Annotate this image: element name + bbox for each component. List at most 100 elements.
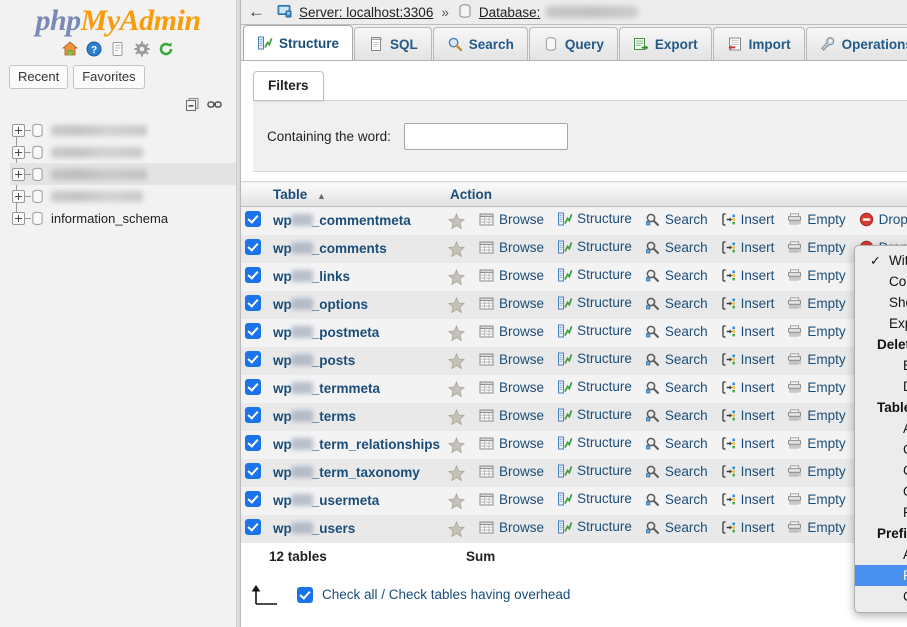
action-browse[interactable]: Browse: [479, 520, 544, 535]
table-name-link[interactable]: wp _postmeta: [273, 325, 379, 340]
database-tree-item[interactable]: [10, 185, 236, 207]
table-name-link[interactable]: wp _options: [273, 297, 368, 312]
action-insert[interactable]: Insert: [721, 212, 774, 227]
favorite-star-icon[interactable]: [448, 437, 466, 454]
action-empty[interactable]: Empty: [787, 324, 846, 339]
action-insert[interactable]: Insert: [721, 408, 774, 423]
database-tree-item[interactable]: [10, 163, 236, 185]
tab-import[interactable]: Import: [712, 27, 805, 60]
menu-item-replace-table-prefix[interactable]: Replace table prefix: [855, 565, 907, 586]
check-all-checkbox[interactable]: [297, 586, 313, 603]
action-structure[interactable]: Structure: [557, 351, 632, 366]
table-name-link[interactable]: wp _term_taxonomy: [273, 465, 420, 480]
action-empty[interactable]: Empty: [787, 352, 846, 367]
action-search[interactable]: Search: [645, 268, 708, 283]
action-search[interactable]: Search: [645, 352, 708, 367]
action-structure[interactable]: Structure: [557, 239, 632, 254]
action-search[interactable]: Search: [645, 380, 708, 395]
favorite-star-icon[interactable]: [448, 297, 466, 314]
row-checkbox[interactable]: [245, 323, 261, 339]
sidebar-tab-favorites[interactable]: Favorites: [73, 65, 145, 89]
breadcrumb-database-link[interactable]: Database:: [479, 5, 541, 20]
table-name-link[interactable]: wp _termmeta: [273, 381, 380, 396]
table-name-link[interactable]: wp _posts: [273, 353, 355, 368]
action-insert[interactable]: Insert: [721, 268, 774, 283]
tab-export[interactable]: Export: [618, 27, 712, 60]
action-drop[interactable]: Drop: [859, 212, 907, 227]
menu-item-repair-table[interactable]: Repair table: [855, 502, 907, 523]
action-structure[interactable]: Structure: [557, 463, 632, 478]
action-insert[interactable]: Insert: [721, 240, 774, 255]
menu-item-add-prefix-to-table[interactable]: Add prefix to table: [855, 544, 907, 565]
expand-database-icon[interactable]: [12, 167, 25, 181]
expand-database-icon[interactable]: [12, 189, 25, 203]
favorite-star-icon[interactable]: [448, 409, 466, 426]
expand-database-icon[interactable]: [12, 145, 25, 159]
action-empty[interactable]: Empty: [787, 464, 846, 479]
database-tree-item[interactable]: [10, 141, 236, 163]
row-checkbox[interactable]: [245, 239, 261, 255]
row-checkbox[interactable]: [245, 211, 261, 228]
row-checkbox[interactable]: [245, 295, 261, 311]
action-insert[interactable]: Insert: [721, 380, 774, 395]
action-structure[interactable]: Structure: [557, 267, 632, 282]
favorite-star-icon[interactable]: [448, 381, 466, 398]
tab-query[interactable]: Query: [528, 27, 618, 60]
favorite-star-icon[interactable]: [448, 213, 466, 230]
menu-item-with-selected[interactable]: ✓ With selected:: [855, 250, 907, 271]
action-insert[interactable]: Insert: [721, 296, 774, 311]
row-checkbox[interactable]: [245, 435, 261, 451]
row-checkbox[interactable]: [245, 351, 261, 367]
action-insert[interactable]: Insert: [721, 520, 774, 535]
table-name-link[interactable]: wp _term_relationships: [273, 437, 440, 452]
action-structure[interactable]: Structure: [557, 295, 632, 310]
action-browse[interactable]: Browse: [479, 268, 544, 283]
menu-item-check-table[interactable]: Check table: [855, 439, 907, 460]
row-checkbox[interactable]: [245, 491, 261, 507]
action-structure[interactable]: Structure: [557, 519, 632, 534]
action-empty[interactable]: Empty: [787, 380, 846, 395]
row-checkbox[interactable]: [245, 407, 261, 423]
action-empty[interactable]: Empty: [787, 436, 846, 451]
tab-search[interactable]: Search: [432, 27, 528, 60]
action-browse[interactable]: Browse: [479, 240, 544, 255]
phpmyadmin-logo[interactable]: phpMyAdmin: [0, 0, 236, 36]
table-name-link[interactable]: wp _commentmeta: [273, 213, 411, 228]
database-tree-item[interactable]: information_schema: [10, 207, 236, 229]
row-checkbox[interactable]: [245, 267, 261, 283]
menu-item-export[interactable]: Export: [855, 313, 907, 334]
filters-legend[interactable]: Filters: [253, 71, 324, 101]
table-name-link[interactable]: wp _links: [273, 269, 350, 284]
action-browse[interactable]: Browse: [479, 436, 544, 451]
action-empty[interactable]: Empty: [787, 268, 846, 283]
action-insert[interactable]: Insert: [721, 352, 774, 367]
menu-item-drop[interactable]: Drop: [855, 376, 907, 397]
table-name-link[interactable]: wp _comments: [273, 241, 387, 256]
sidebar-tab-recent[interactable]: Recent: [9, 65, 69, 89]
action-search[interactable]: Search: [645, 492, 708, 507]
tab-operations[interactable]: Operations: [805, 27, 907, 60]
favorite-star-icon[interactable]: [448, 521, 466, 538]
expand-database-icon[interactable]: [12, 123, 25, 137]
reload-icon[interactable]: [158, 41, 175, 58]
action-browse[interactable]: Browse: [479, 380, 544, 395]
breadcrumb-server-link[interactable]: Server: localhost:3306: [299, 5, 433, 20]
action-browse[interactable]: Browse: [479, 464, 544, 479]
row-checkbox[interactable]: [245, 463, 261, 479]
action-structure[interactable]: Structure: [557, 323, 632, 338]
action-insert[interactable]: Insert: [721, 436, 774, 451]
header-table-col[interactable]: Table ▲: [265, 181, 445, 207]
action-search[interactable]: Search: [645, 296, 708, 311]
back-arrow-icon[interactable]: ←: [246, 3, 271, 22]
table-name-link[interactable]: wp _terms: [273, 409, 356, 424]
favorite-star-icon[interactable]: [448, 269, 466, 286]
action-empty[interactable]: Empty: [787, 492, 846, 507]
action-structure[interactable]: Structure: [557, 211, 632, 226]
action-browse[interactable]: Browse: [479, 352, 544, 367]
expand-database-icon[interactable]: [12, 211, 25, 225]
action-search[interactable]: Search: [645, 240, 708, 255]
action-empty[interactable]: Empty: [787, 296, 846, 311]
favorite-star-icon[interactable]: [448, 493, 466, 510]
action-empty[interactable]: Empty: [787, 240, 846, 255]
check-all-label[interactable]: Check all / Check tables having overhead: [322, 587, 570, 602]
